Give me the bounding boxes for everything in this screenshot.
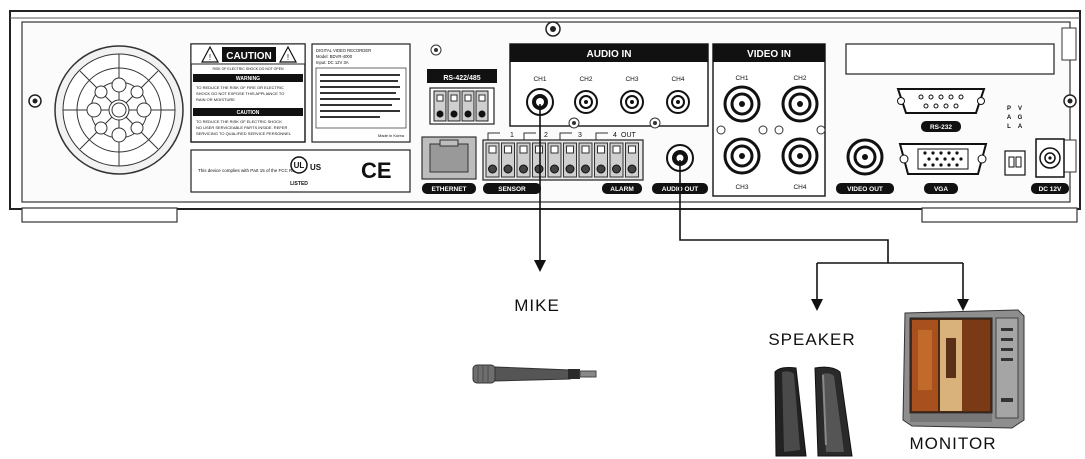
arrowheads <box>534 260 969 311</box>
ce-mark: CE <box>361 158 392 183</box>
video-ch2-label: CH2 <box>793 75 806 82</box>
audio-ch3-label: CH3 <box>625 76 638 83</box>
model-line-2: Model: BDVR-4000 <box>316 54 353 59</box>
mike-label: MIKE <box>514 296 560 315</box>
terminal-cell <box>516 142 531 178</box>
video-in-group: VIDEO IN CH1 CH2 CH3 CH4 <box>712 43 826 197</box>
ul-us-text: US <box>310 163 322 172</box>
speaker-label: SPEAKER <box>768 330 855 349</box>
sensor-number-1: 1 <box>510 132 514 139</box>
model-line-1: DIGITAL VIDEO RECORDER <box>316 48 371 53</box>
caution-sub: RISK OF ELECTRIC SHOCK DO NOT OPEN <box>212 67 284 71</box>
fcc-small-text: This device complies with Part 15 of the… <box>198 168 302 173</box>
screw-icon <box>568 117 580 129</box>
sensor-number-3: 3 <box>578 132 582 139</box>
ethernet-label: ETHERNET <box>431 186 466 193</box>
ul-listed-text: LISTED <box>290 181 308 187</box>
audio-in-ch3-jack <box>620 90 644 114</box>
video-out-label: VIDEO OUT <box>847 186 883 193</box>
model-label: DIGITAL VIDEO RECORDER Model: BDVR-4000 … <box>311 43 411 143</box>
audio-ch2-label: CH2 <box>579 76 592 83</box>
audio-in-ch2-jack <box>574 90 598 114</box>
vga-label: VGA <box>934 186 948 193</box>
video-in-ch2-bnc <box>781 85 819 123</box>
terminal-cell <box>485 142 500 178</box>
svg-text:UL: UL <box>294 161 305 170</box>
rs232-label: RS-232 <box>930 124 952 131</box>
terminal-cell <box>532 142 546 178</box>
sensor-number-2: 2 <box>544 132 548 139</box>
caution2-title: CAUTION <box>237 110 260 116</box>
caution2-text-2: NO USER SERVICEABLE PARTS INSIDE. REFER <box>196 125 287 130</box>
video-in-ch4-bnc <box>781 137 819 175</box>
screw-icon <box>28 94 42 108</box>
terminal-cell <box>625 142 639 178</box>
audio-ch4-label: CH4 <box>671 76 684 83</box>
video-ch3-label: CH3 <box>735 184 748 191</box>
audio-ch1-label: CH1 <box>533 76 546 83</box>
fan-grille <box>54 45 184 175</box>
audio-in-ch4-jack <box>666 90 690 114</box>
arrow-down-icon <box>534 260 546 272</box>
blank-plate <box>845 43 1055 75</box>
certification-label: This device complies with Part 15 of the… <box>190 149 411 193</box>
warning-text-3: RAIN OR MOISTURE <box>196 97 235 102</box>
caution-title: CAUTION <box>226 51 272 62</box>
arrow-down-icon <box>811 299 823 311</box>
video-in-ch1-bnc <box>723 85 761 123</box>
caution2-text-1: TO REDUCE THE RISK OF ELECTRIC SHOCK <box>196 119 282 124</box>
out-label: OUT <box>621 132 637 139</box>
audio-in-title: AUDIO IN <box>587 49 632 60</box>
terminal-cell <box>563 142 577 178</box>
terminal-cell <box>501 142 515 178</box>
made-in: Made in Korea <box>378 133 405 138</box>
monitor-icon <box>902 309 1025 429</box>
sensor-label: SENSOR <box>498 186 526 193</box>
alarm-label: ALARM <box>610 186 633 193</box>
video-in-ch3-bnc <box>723 137 761 175</box>
dc-power-port: DC 12V <box>1031 138 1069 194</box>
svg-text:!: ! <box>209 53 211 62</box>
connection-diagram: ! CAUTION ! RISK OF ELECTRIC SHOCK DO NO… <box>9 10 1081 457</box>
svg-text:!: ! <box>287 53 289 62</box>
caution2-text-3: SERVICING TO QUALIFIED SERVICE PERSONNEL <box>196 131 292 136</box>
warning-label: ! CAUTION ! RISK OF ELECTRIC SHOCK DO NO… <box>190 43 306 143</box>
terminal-cell <box>578 142 593 178</box>
screw-icon <box>545 21 561 37</box>
sensor-number-4: 4 <box>613 132 617 139</box>
terminal-cell <box>594 142 608 178</box>
video-ch4-label: CH4 <box>793 184 806 191</box>
model-line-3: Input: DC 12V 3A <box>316 60 349 65</box>
warning-text-2: SHOCK DO NOT EXPOSE THIS APPLIANCE TO <box>196 91 284 96</box>
monitor-label: MONITOR <box>910 434 997 453</box>
warning-title: WARNING <box>236 76 260 82</box>
rs422-label: RS-422/485 <box>443 75 480 82</box>
dc-label: DC 12V <box>1039 186 1062 193</box>
screw-icon <box>649 117 661 129</box>
ethernet-port: ETHERNET <box>421 136 477 194</box>
screw-icon <box>1063 94 1077 108</box>
speaker-icon <box>774 366 853 457</box>
microphone-icon <box>472 364 597 384</box>
warning-text-1: TO REDUCE THE RISK OF FIRE OR ELECTRIC <box>196 85 284 90</box>
terminal-cell <box>547 142 562 178</box>
video-in-title: VIDEO IN <box>747 49 791 60</box>
video-ch1-label: CH1 <box>735 75 748 82</box>
arrow-down-icon <box>957 299 969 311</box>
terminal-cell <box>609 142 624 178</box>
screw-icon <box>430 44 442 56</box>
